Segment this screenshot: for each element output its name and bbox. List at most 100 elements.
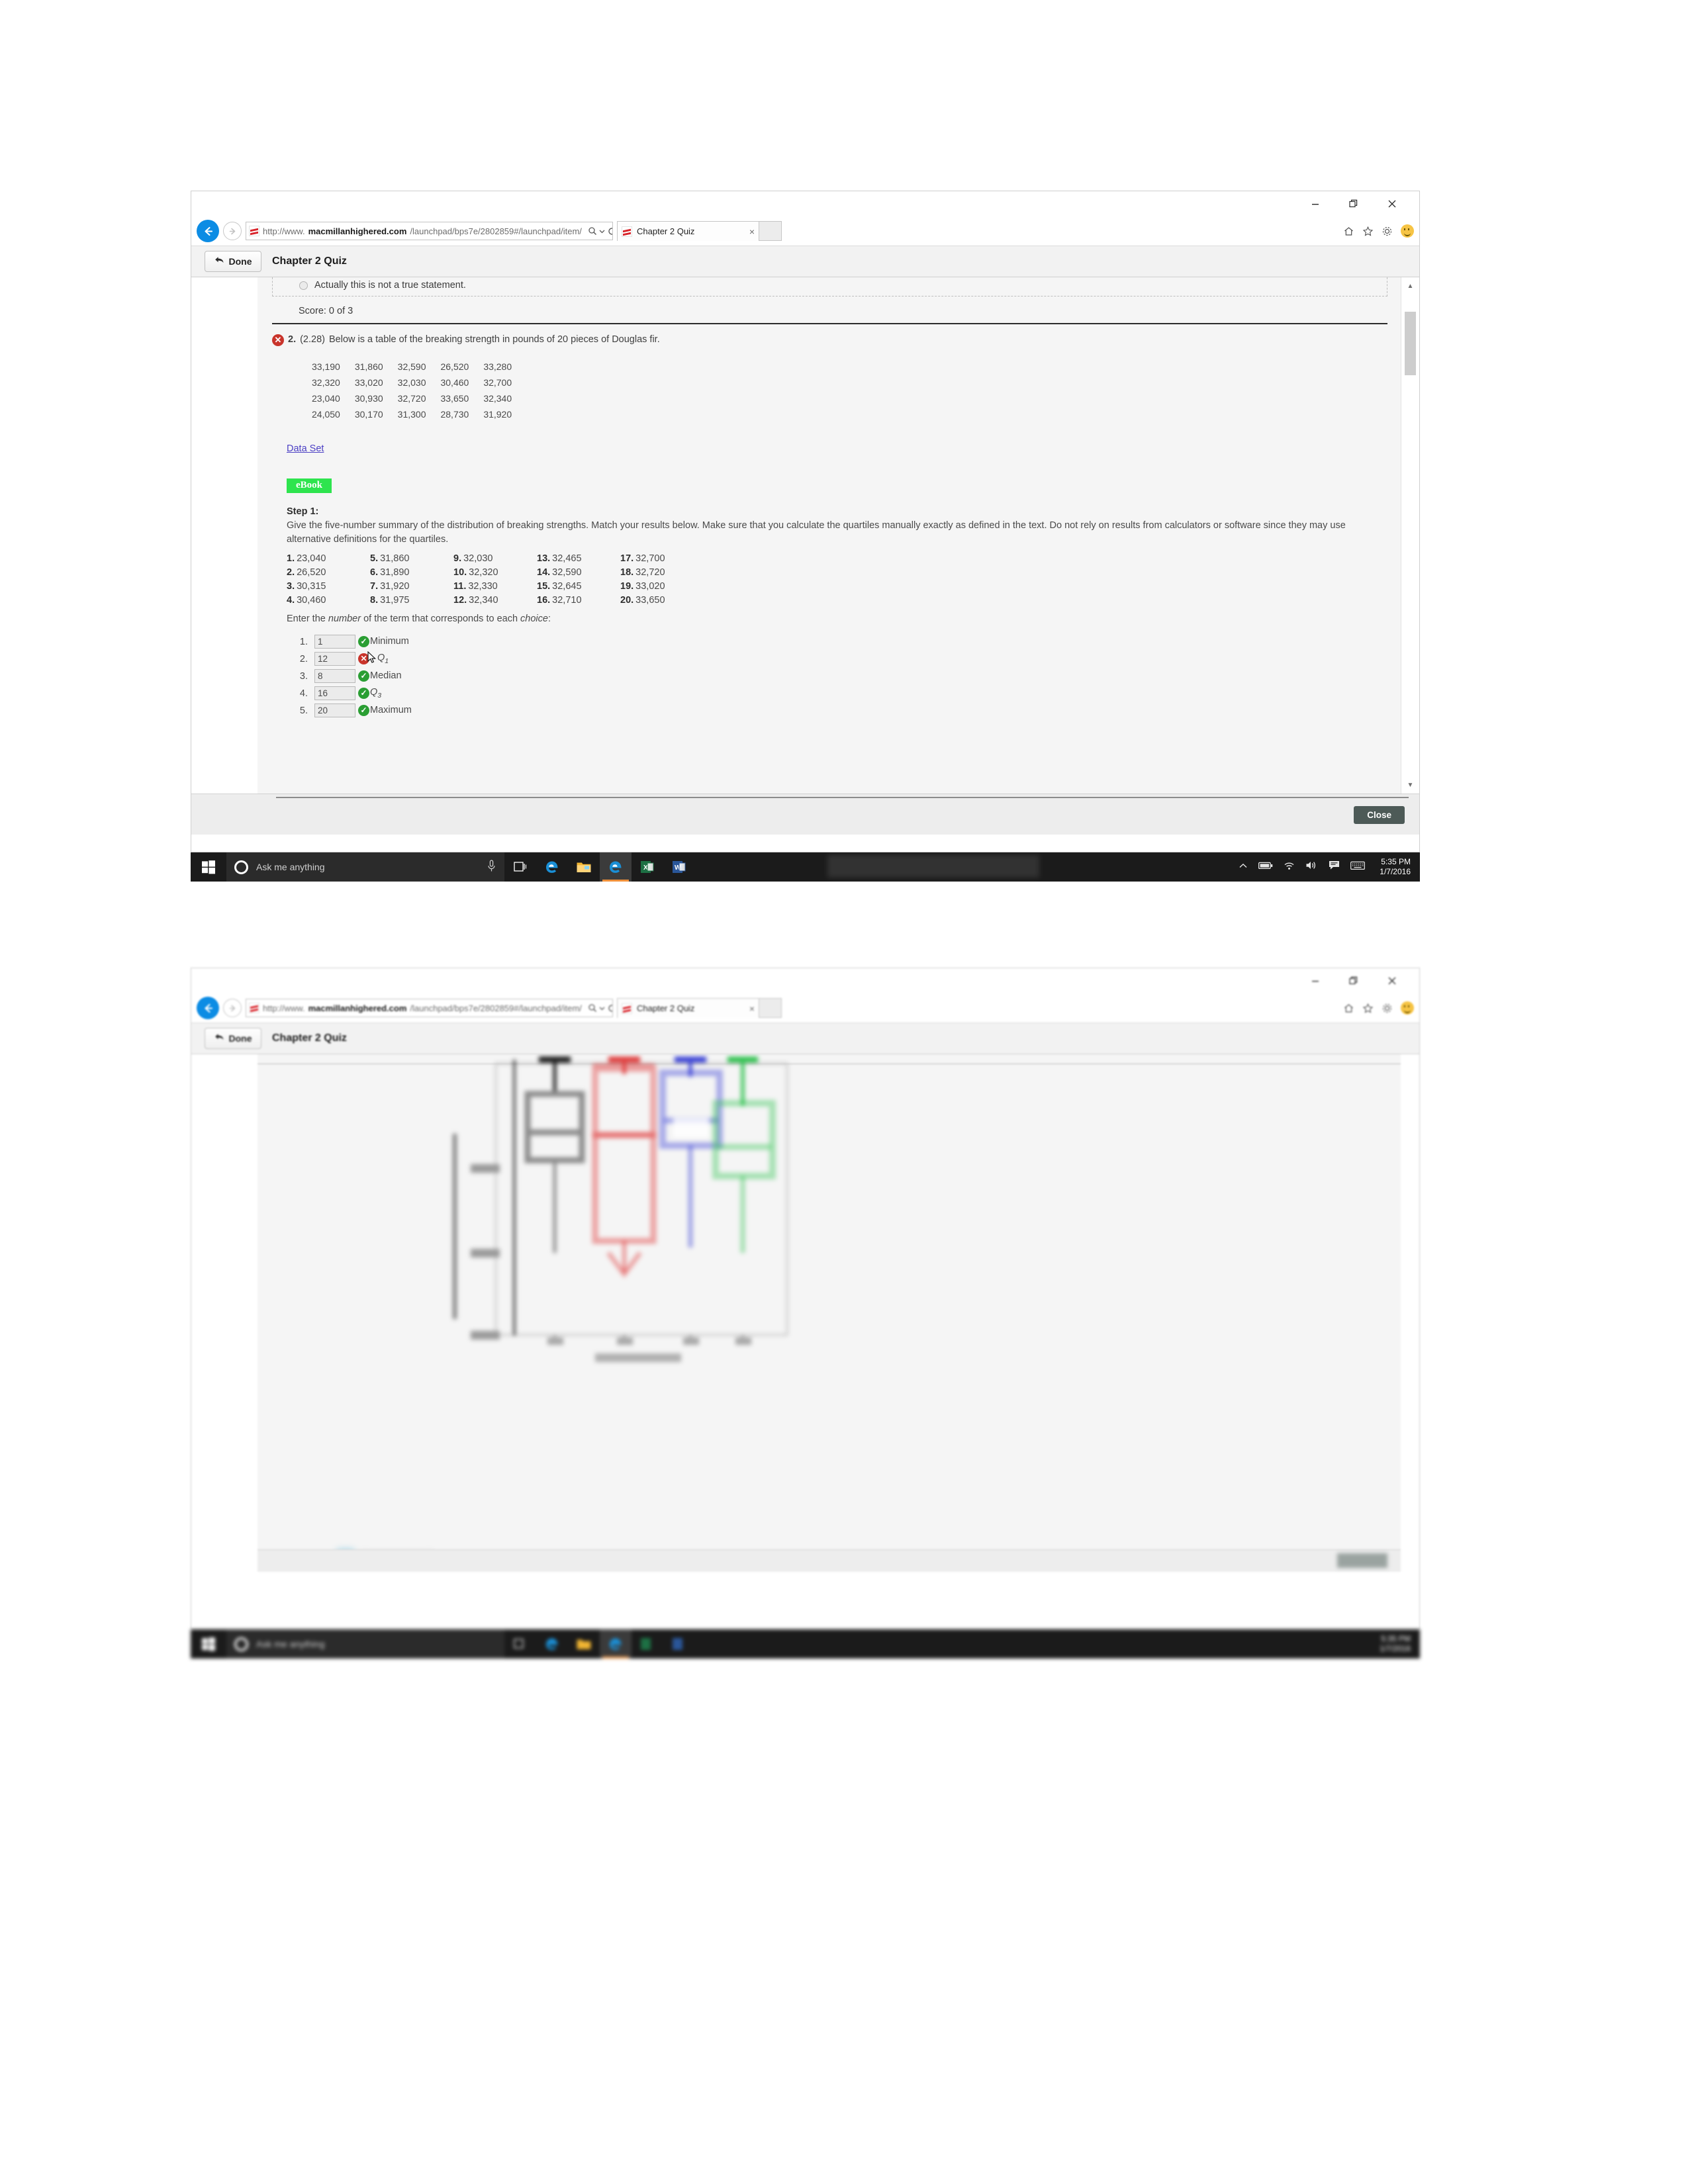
right-gutter-2 — [1401, 1054, 1419, 1572]
excel-icon-2[interactable] — [632, 1629, 663, 1659]
word-icon[interactable]: W — [663, 852, 695, 882]
refresh-icon[interactable] — [607, 226, 612, 236]
tab-label-2: Chapter 2 Quiz — [637, 1003, 695, 1013]
clock-date: 1/7/2016 — [1380, 867, 1411, 876]
new-tab-button[interactable] — [759, 221, 782, 241]
home-icon[interactable] — [1343, 226, 1354, 237]
edge-icon[interactable] — [536, 852, 568, 882]
table-cell: 33,280 — [483, 361, 512, 372]
new-tab-button-2[interactable] — [759, 998, 782, 1018]
close-quiz-button[interactable]: Close — [1354, 806, 1405, 824]
windows-taskbar-2: Ask me anything 5:35 PM 1/7/2016 — [191, 1629, 1420, 1659]
search-icon[interactable] — [588, 226, 597, 236]
chevron-down-icon-2[interactable] — [598, 1005, 606, 1012]
file-explorer-icon-2[interactable] — [568, 1629, 600, 1659]
gear-icon-2[interactable] — [1382, 1003, 1393, 1014]
answer-label-q1: Q1 — [377, 652, 389, 665]
word-icon-2[interactable] — [663, 1629, 695, 1659]
answer-input-minimum[interactable]: 1 — [314, 634, 355, 649]
scrollbar-thumb[interactable] — [1405, 312, 1416, 375]
data-set-link[interactable]: Data Set — [287, 443, 324, 454]
scroll-down-icon[interactable]: ▼ — [1401, 776, 1419, 794]
close-window-button[interactable] — [1373, 193, 1411, 215]
boxplot-group-3 — [659, 1056, 723, 1248]
edge-icon-2[interactable] — [536, 1629, 568, 1659]
correct-icon: ✓ — [358, 687, 369, 699]
excel-icon[interactable]: X — [632, 852, 663, 882]
url-prefix: http://www. — [263, 226, 305, 236]
quiz-pane: Actually this is not a true statement. S… — [258, 277, 1401, 794]
smiley-icon[interactable] — [1401, 224, 1414, 238]
forward-button[interactable] — [223, 222, 242, 240]
minimize-button[interactable] — [1296, 193, 1335, 215]
battery-icon[interactable] — [1258, 861, 1273, 873]
search-icon-2[interactable] — [588, 1003, 597, 1013]
maximize-restore-button-2[interactable] — [1335, 970, 1373, 992]
minimize-button-2[interactable] — [1296, 970, 1335, 992]
tab-chapter-2-quiz-2[interactable]: Chapter 2 Quiz × — [617, 998, 759, 1018]
close-window-button-2[interactable] — [1373, 970, 1411, 992]
windows-start-icon[interactable] — [191, 852, 226, 882]
table-cell: 24,050 — [312, 408, 340, 420]
scroll-up-icon[interactable]: ▲ — [1401, 277, 1419, 295]
back-button[interactable] — [197, 220, 219, 242]
edge-active-icon-2[interactable] — [600, 1629, 632, 1659]
tab-chapter-2-quiz[interactable]: Chapter 2 Quiz × — [617, 221, 759, 241]
app-header-2: Done Chapter 2 Quiz — [191, 1023, 1419, 1054]
cortana-search-box-2[interactable]: Ask me anything — [226, 1629, 504, 1659]
list-item: 16 ✓ Q3 — [310, 686, 1387, 700]
done-button[interactable]: Done — [205, 251, 261, 272]
table-cell: 33,020 — [354, 377, 383, 388]
clock-time-2: 5:35 PM — [1381, 1634, 1411, 1643]
task-view-icon[interactable] — [504, 852, 536, 882]
wifi-icon[interactable] — [1284, 861, 1295, 874]
correct-icon: ✓ — [358, 670, 369, 682]
option-item: 4. 30,460 — [287, 594, 326, 606]
breaking-strength-table: 33,190 31,860 32,590 26,520 33,280 32,32… — [312, 359, 526, 422]
home-icon-2[interactable] — [1343, 1003, 1354, 1014]
forward-button-2[interactable] — [223, 999, 242, 1017]
maximize-restore-button[interactable] — [1335, 193, 1373, 215]
answer-input-median[interactable]: 8 — [314, 668, 355, 683]
radio-button-icon[interactable] — [299, 281, 308, 290]
show-hidden-icons-chevron[interactable] — [1239, 861, 1248, 873]
gear-icon[interactable] — [1382, 226, 1393, 237]
file-explorer-icon[interactable] — [568, 852, 600, 882]
answer-input-maximum[interactable]: 20 — [314, 703, 355, 717]
boxplot-footer — [258, 1549, 1401, 1572]
done-button-2[interactable]: Done — [205, 1028, 261, 1049]
back-button-2[interactable] — [197, 997, 219, 1019]
address-bar[interactable]: http://www. macmillanhighered.com/launchp… — [246, 222, 613, 240]
previous-choice-row[interactable]: Actually this is not a true statement. — [272, 277, 1387, 296]
divider — [272, 323, 1387, 324]
taskbar-clock-2[interactable]: 5:35 PM 1/7/2016 — [1376, 1634, 1411, 1654]
tab-close-icon-2[interactable]: × — [749, 1003, 755, 1014]
vertical-scrollbar[interactable]: ▲ ▼ — [1401, 277, 1419, 794]
keyboard-icon[interactable] — [1350, 861, 1366, 874]
star-icon-2[interactable] — [1362, 1003, 1374, 1014]
chevron-down-icon[interactable] — [598, 228, 606, 235]
ebook-badge[interactable]: eBook — [287, 478, 332, 493]
cortana-search-box[interactable]: Ask me anything — [226, 852, 504, 882]
task-view-icon-2[interactable] — [504, 1629, 536, 1659]
edge-active-icon[interactable] — [600, 852, 632, 882]
option-item: 12. 32,340 — [453, 594, 498, 606]
list-item: 20 ✓ Maximum — [310, 703, 1387, 717]
boxplot-svg — [453, 1056, 788, 1362]
smiley-icon-2[interactable] — [1401, 1001, 1414, 1015]
microphone-icon[interactable] — [487, 860, 496, 874]
address-bar-2[interactable]: http://www. macmillanhighered.com/launchp… — [246, 999, 613, 1017]
action-center-icon[interactable] — [1329, 860, 1340, 874]
url-suffix: /launchpad/bps7e/2802859#/launchpad/item… — [410, 226, 582, 236]
option-item: 5. 31,860 — [370, 553, 410, 564]
answer-input-q1[interactable]: 12 — [314, 651, 355, 666]
tab-close-icon[interactable]: × — [749, 226, 755, 237]
windows-start-icon-2[interactable] — [191, 1629, 226, 1659]
volume-icon[interactable] — [1305, 860, 1318, 874]
answer-input-q3[interactable]: 16 — [314, 686, 355, 700]
refresh-icon-2[interactable] — [607, 1003, 612, 1013]
close-quiz-button-2[interactable] — [1337, 1553, 1387, 1568]
taskbar-clock[interactable]: 5:35 PM 1/7/2016 — [1376, 857, 1411, 877]
star-icon[interactable] — [1362, 226, 1374, 237]
macmillan-favicon-2 — [249, 1003, 259, 1013]
